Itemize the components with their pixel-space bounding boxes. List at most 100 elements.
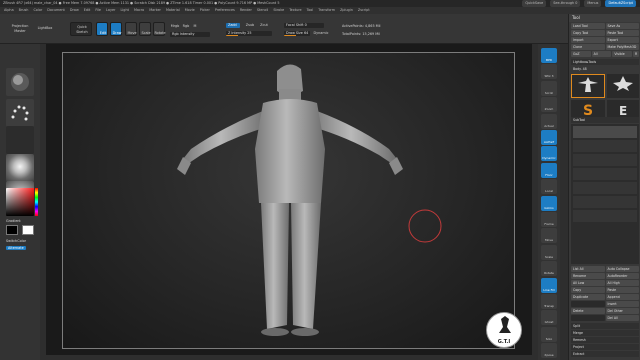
paste-button[interactable]: Paste [605,287,639,293]
all-button[interactable]: All [591,51,612,57]
menu-preferences[interactable]: Preferences [215,7,235,14]
all-high-button[interactable]: All High [605,280,639,286]
stroke-thumbnail[interactable] [6,99,34,127]
remesh-button[interactable]: Remesh [571,337,639,343]
gradient-label[interactable]: Gradient [6,219,21,223]
rail-move-button[interactable]: Move [541,228,557,244]
menu-macro[interactable]: Macro [134,7,144,14]
rail-transp-button[interactable]: Transp [541,294,557,309]
z-intensity-slider[interactable]: Z Intensity 25 [226,31,272,36]
character-model[interactable] [63,53,516,350]
alpha-thumbnail[interactable] [6,126,34,154]
draw-mode-button[interactable]: Draw [110,22,122,36]
zadd-button[interactable]: Zadd [226,23,240,28]
rail-zoom-button[interactable]: Zoom [541,97,557,113]
default-zscript-button[interactable]: DefaultZScript [605,0,636,7]
rail-frame-button[interactable]: Frame [541,212,557,227]
zsub-button[interactable]: Zsub [244,23,256,28]
subtool-item[interactable] [573,196,637,208]
menu-material[interactable]: Material [166,7,180,14]
switch-color-button[interactable]: SwitchColor [6,239,26,243]
append-button[interactable]: Append [605,294,639,300]
rail-scale-button[interactable]: Scale [541,244,557,260]
rotate-mode-button[interactable]: Rotate [153,22,166,36]
menu-movie[interactable]: Movie [185,7,195,14]
menu-tool[interactable]: Tool [307,7,314,14]
alternate-button[interactable]: Alternate [6,246,26,250]
rail-scroll-button[interactable]: Scroll [541,80,557,96]
subtool-item[interactable] [573,154,637,166]
list-all-button[interactable]: List All [571,266,605,272]
menu-stencil[interactable]: Stencil [257,7,268,14]
load-tool-button[interactable]: Load Tool [571,23,605,29]
rail-dynamic-persp-button[interactable]: Dynamic Persp [541,146,557,162]
rail-local-button[interactable]: Local [541,179,557,195]
body-tool-thumbnail[interactable] [571,74,605,98]
import-button[interactable]: Import [571,37,605,43]
export-button[interactable]: Export [605,37,639,43]
visible-button[interactable]: Visible [612,51,633,57]
extract-button[interactable]: Extract [571,351,639,357]
menu-edit[interactable]: Edit [84,7,91,14]
menu-document[interactable]: Document [47,7,65,14]
rail-aahalf-button[interactable]: AAHalf [541,130,557,145]
subtool-item-active[interactable] [573,126,637,138]
menus-button[interactable]: Menus [584,0,602,7]
menu-zscript[interactable]: Zscript [358,7,370,14]
document-canvas[interactable] [62,52,515,349]
duplicate-button[interactable]: Duplicate [571,294,605,300]
m-button[interactable]: M [192,24,198,29]
menu-color[interactable]: Color [33,7,42,14]
menu-zplugin[interactable]: Zplugin [340,7,353,14]
menu-render[interactable]: Render [240,7,252,14]
rgb-intensity-slider[interactable]: Rgb Intensity [170,32,210,37]
rail-actual-button[interactable]: Actual [541,113,557,129]
merge-button[interactable]: Merge [571,330,639,336]
lightbox-button[interactable]: LightBox [34,26,56,31]
quicksave-button[interactable]: QuickSave [522,0,547,7]
secondary-color-swatch[interactable] [22,225,34,235]
lightbox-tools-button[interactable]: Lightbox▸Tools [571,59,639,65]
insert-button[interactable]: Insert [605,301,639,307]
rail-floor-button[interactable]: Floor [541,162,557,178]
hue-strip[interactable] [35,188,38,216]
menu-brush[interactable]: Brush [19,7,29,14]
quick-sketch-button[interactable]: Quick Sketch [70,22,92,36]
draw-size-slider[interactable]: Draw Size 64 [284,31,310,36]
texture-thumbnail[interactable] [6,154,34,182]
rail-xpose-button[interactable]: Xpose [541,343,557,359]
scale-mode-button[interactable]: Scale [139,22,151,36]
rail-spix-3-button[interactable]: SPix 3 [541,64,557,80]
subtool-item[interactable] [573,210,637,222]
subtool-header[interactable]: SubTool [571,117,639,123]
move-mode-button[interactable]: Move [125,22,137,36]
color-picker[interactable] [6,188,34,216]
subtool-item[interactable] [573,168,637,180]
menu-file[interactable]: File [95,7,101,14]
autoreorder-button[interactable]: AutoReorder [605,273,639,279]
all-low-button[interactable]: All Low [571,280,605,286]
rail-ghost-button[interactable]: Ghost [541,310,557,326]
dynamic-button[interactable]: Dynamic [312,31,330,36]
menu-stroke[interactable]: Stroke [273,7,284,14]
save-as-button[interactable]: Save As [605,23,639,29]
rail-rotate-button[interactable]: Rotate [541,261,557,277]
rail-solo-button[interactable]: Solo [541,326,557,342]
split-button[interactable]: Split [571,323,639,329]
delete-button[interactable]: Delete [571,308,605,314]
main-color-swatch[interactable] [6,225,18,235]
copy-tool-button[interactable]: Copy Tool [571,30,605,36]
rail-bpr-button[interactable]: BPR [541,48,557,63]
goz-button[interactable]: GoZ [571,51,591,57]
rename-button[interactable]: Rename [571,273,605,279]
project-button[interactable]: Project [571,344,639,350]
menu-marker[interactable]: Marker [149,7,161,14]
menu-picker[interactable]: Picker [200,7,210,14]
del-other-button[interactable]: Del Other [605,308,639,314]
rail-line-fill-polyf-button[interactable]: Line Fill PolyF [541,277,557,293]
del-all-button[interactable]: Del All [605,315,639,321]
see-through-slider[interactable]: See-through 0 [550,0,581,7]
rail-gizmo-button[interactable]: Gizmo [541,195,557,211]
subtool-item[interactable] [573,140,637,152]
r-button[interactable]: R [633,51,640,57]
